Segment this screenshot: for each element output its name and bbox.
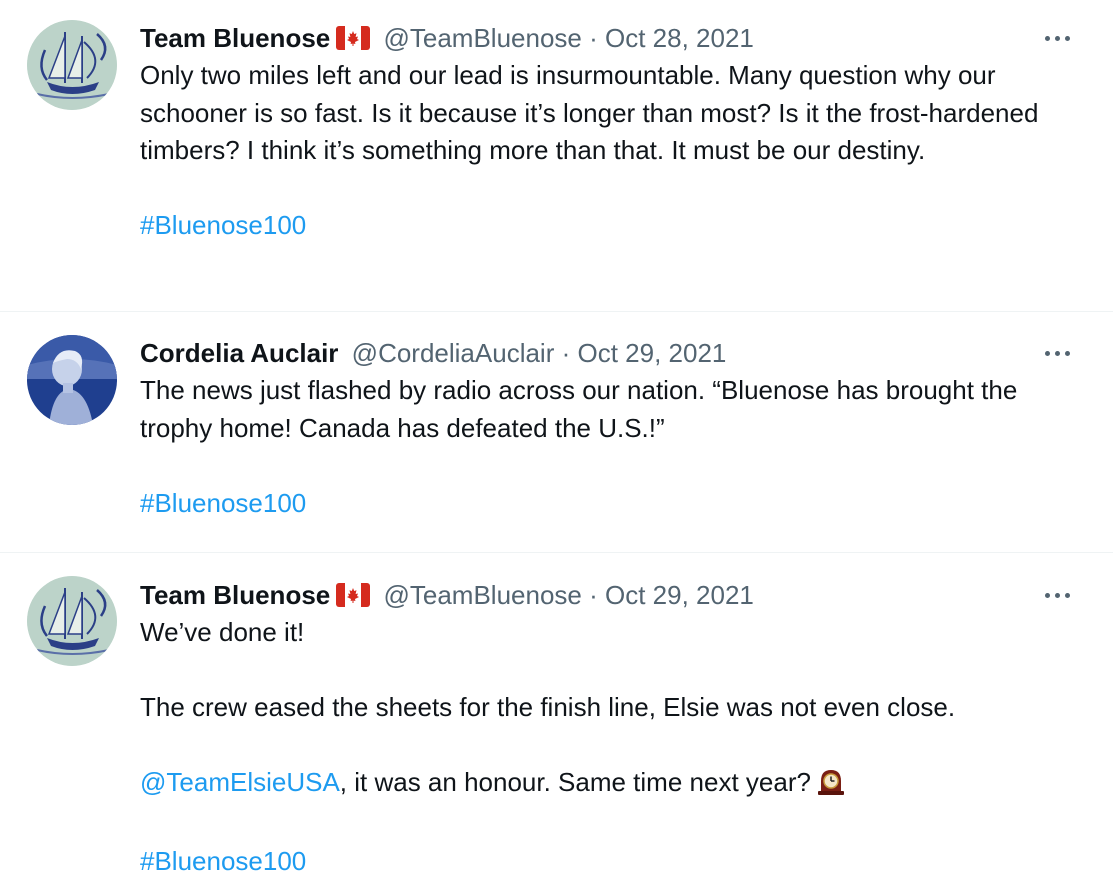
more-options-icon[interactable]: [1043, 583, 1073, 607]
more-options-icon[interactable]: [1043, 26, 1073, 50]
tweet-content: Team Bluenose @TeamBluenose · Oct 28, 20…: [140, 20, 1073, 245]
tweet-content: Cordelia Auclair @CordeliaAuclair · Oct …: [140, 335, 1073, 522]
tweet-header: Team Bluenose @TeamBluenose · Oct 28, 20…: [140, 20, 1073, 56]
avatar-team-bluenose[interactable]: [27, 20, 117, 110]
separator-dot: ·: [589, 23, 598, 53]
tweet[interactable]: Cordelia Auclair @CordeliaAuclair · Oct …: [0, 311, 1113, 552]
tweet-line-3: @TeamElsieUSA, it was an honour. Same ti…: [140, 764, 1075, 806]
tweet-header: Cordelia Auclair @CordeliaAuclair · Oct …: [140, 335, 1073, 371]
avatar-cordelia-auclair[interactable]: [27, 335, 117, 425]
separator-dot: ·: [561, 338, 571, 368]
tweet-text: We’ve done it! The crew eased the sheets…: [140, 614, 1075, 881]
tweet[interactable]: Team Bluenose @TeamBluenose · Oct 28, 20…: [0, 0, 1113, 311]
author-name[interactable]: Team Bluenose: [140, 23, 330, 53]
schooner-avatar-icon: [27, 576, 117, 666]
tweet-content: Team Bluenose @TeamBluenose · Oct 29, 20…: [140, 577, 1073, 881]
tweet-text: Only two miles left and our lead is insu…: [140, 57, 1075, 245]
tweet-body-text: The news just flashed by radio across ou…: [140, 375, 1018, 443]
tweet-line-3-text: , it was an honour. Same time next year?: [339, 767, 811, 797]
canada-flag-icon: [336, 580, 371, 616]
tweet-header: Team Bluenose @TeamBluenose · Oct 29, 20…: [140, 577, 1073, 613]
timeline: Team Bluenose @TeamBluenose · Oct 28, 20…: [0, 0, 1113, 890]
mantelpiece-clock-icon: [815, 767, 847, 806]
mention-link[interactable]: @TeamElsieUSA: [140, 767, 340, 797]
hashtag-link[interactable]: #Bluenose100: [140, 210, 306, 240]
avatar-team-bluenose[interactable]: [27, 576, 117, 666]
tweet-text: The news just flashed by radio across ou…: [140, 372, 1075, 522]
author-handle[interactable]: @TeamBluenose: [383, 23, 581, 53]
author-handle[interactable]: @CordeliaAuclair: [352, 338, 555, 368]
tweet-body-text: Only two miles left and our lead is insu…: [140, 60, 1039, 165]
hashtag-link[interactable]: #Bluenose100: [140, 488, 306, 518]
portrait-avatar-icon: [27, 335, 117, 425]
schooner-avatar-icon: [27, 20, 117, 110]
more-options-icon[interactable]: [1043, 341, 1073, 365]
tweet-line-1: We’ve done it!: [140, 617, 305, 647]
tweet-date[interactable]: Oct 29, 2021: [605, 580, 754, 610]
hashtag-link[interactable]: #Bluenose100: [140, 846, 306, 876]
author-handle[interactable]: @TeamBluenose: [383, 580, 581, 610]
tweet[interactable]: Team Bluenose @TeamBluenose · Oct 29, 20…: [0, 552, 1113, 890]
tweet-date[interactable]: Oct 29, 2021: [578, 338, 727, 368]
separator-dot: ·: [589, 580, 598, 610]
author-name[interactable]: Cordelia Auclair: [140, 338, 338, 368]
canada-flag-icon: [336, 23, 371, 59]
tweet-date[interactable]: Oct 28, 2021: [605, 23, 754, 53]
tweet-line-2: The crew eased the sheets for the finish…: [140, 692, 956, 722]
author-name[interactable]: Team Bluenose: [140, 580, 330, 610]
